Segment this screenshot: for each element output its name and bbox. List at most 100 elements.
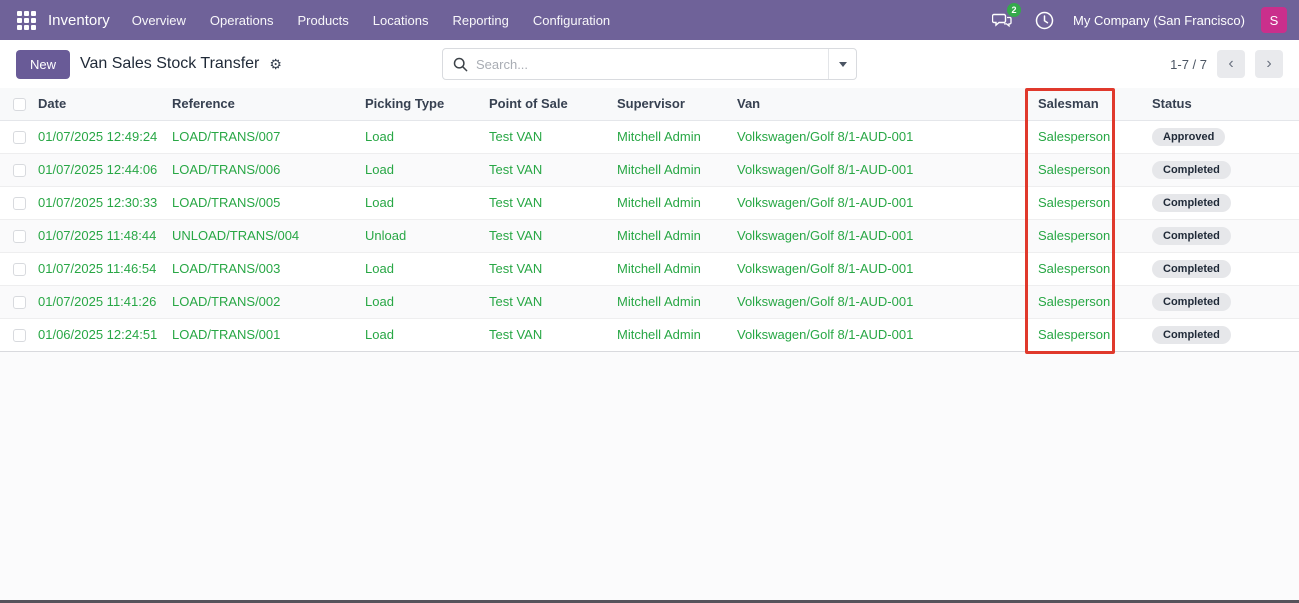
menu-reporting[interactable]: Reporting	[452, 13, 508, 28]
table-header-row: Date Reference Picking Type Point of Sal…	[0, 88, 1299, 120]
row-checkbox[interactable]	[13, 263, 26, 276]
chevron-right-icon: ›	[1266, 56, 1271, 72]
cell-status: Completed	[1152, 219, 1299, 252]
cell-supervisor: Mitchell Admin	[617, 120, 737, 153]
app-menu: Overview Operations Products Locations R…	[132, 13, 610, 28]
user-avatar[interactable]: S	[1261, 7, 1287, 33]
search-options-toggle[interactable]	[828, 49, 856, 79]
table-row[interactable]: 01/07/2025 12:49:24 LOAD/TRANS/007 Load …	[0, 120, 1299, 153]
column-header-status[interactable]: Status	[1152, 88, 1299, 120]
menu-configuration[interactable]: Configuration	[533, 13, 610, 28]
chevron-left-icon: ‹	[1228, 56, 1233, 72]
cell-reference: LOAD/TRANS/006	[172, 153, 365, 186]
table-row[interactable]: 01/07/2025 12:44:06 LOAD/TRANS/006 Load …	[0, 153, 1299, 186]
chevron-down-icon	[839, 62, 847, 67]
table-row[interactable]: 01/07/2025 11:41:26 LOAD/TRANS/002 Load …	[0, 285, 1299, 318]
pager-previous-button[interactable]: ‹	[1217, 50, 1245, 78]
row-checkbox[interactable]	[13, 329, 26, 342]
pager: 1-7 / 7 ‹ ›	[857, 50, 1283, 78]
column-header-van[interactable]: Van	[737, 88, 1038, 120]
select-all-checkbox[interactable]	[13, 98, 26, 111]
row-checkbox[interactable]	[13, 230, 26, 243]
menu-operations[interactable]: Operations	[210, 13, 274, 28]
table-body: 01/07/2025 12:49:24 LOAD/TRANS/007 Load …	[0, 120, 1299, 351]
menu-products[interactable]: Products	[297, 13, 348, 28]
cell-point-of-sale: Test VAN	[489, 153, 617, 186]
cell-status: Completed	[1152, 186, 1299, 219]
table-row[interactable]: 01/07/2025 11:46:54 LOAD/TRANS/003 Load …	[0, 252, 1299, 285]
cell-status: Completed	[1152, 318, 1299, 351]
cell-van: Volkswagen/Golf 8/1-AUD-001	[737, 219, 1038, 252]
cell-reference: LOAD/TRANS/001	[172, 318, 365, 351]
cell-salesman: Salesperson	[1038, 252, 1152, 285]
search-bar	[442, 48, 857, 80]
cell-date: 01/06/2025 12:24:51	[38, 318, 172, 351]
cell-date: 01/07/2025 11:48:44	[38, 219, 172, 252]
cell-salesman: Salesperson	[1038, 318, 1152, 351]
apps-menu-button[interactable]	[12, 6, 40, 34]
pager-counter[interactable]: 1-7 / 7	[1170, 57, 1207, 72]
menu-overview[interactable]: Overview	[132, 13, 186, 28]
new-button[interactable]: New	[16, 50, 70, 79]
status-badge: Completed	[1152, 194, 1231, 212]
column-header-date[interactable]: Date	[38, 88, 172, 120]
column-header-picking-type[interactable]: Picking Type	[365, 88, 489, 120]
table-row[interactable]: 01/07/2025 11:48:44 UNLOAD/TRANS/004 Unl…	[0, 219, 1299, 252]
cell-date: 01/07/2025 11:46:54	[38, 252, 172, 285]
cell-picking-type: Load	[365, 252, 489, 285]
cell-supervisor: Mitchell Admin	[617, 153, 737, 186]
cell-van: Volkswagen/Golf 8/1-AUD-001	[737, 318, 1038, 351]
column-header-supervisor[interactable]: Supervisor	[617, 88, 737, 120]
activities-button[interactable]	[1031, 7, 1057, 33]
cell-reference: LOAD/TRANS/002	[172, 285, 365, 318]
table-row[interactable]: 01/07/2025 12:30:33 LOAD/TRANS/005 Load …	[0, 186, 1299, 219]
cell-point-of-sale: Test VAN	[489, 285, 617, 318]
status-badge: Completed	[1152, 293, 1231, 311]
search-input[interactable]	[476, 57, 828, 72]
cell-picking-type: Load	[365, 153, 489, 186]
cell-status: Completed	[1152, 153, 1299, 186]
column-header-reference[interactable]: Reference	[172, 88, 365, 120]
menu-locations[interactable]: Locations	[373, 13, 429, 28]
pager-next-button[interactable]: ›	[1255, 50, 1283, 78]
messages-button[interactable]: 2	[989, 7, 1015, 33]
cell-point-of-sale: Test VAN	[489, 186, 617, 219]
app-name[interactable]: Inventory	[48, 12, 110, 29]
cell-point-of-sale: Test VAN	[489, 318, 617, 351]
cell-van: Volkswagen/Golf 8/1-AUD-001	[737, 252, 1038, 285]
row-checkbox[interactable]	[13, 131, 26, 144]
row-checkbox[interactable]	[13, 164, 26, 177]
cell-picking-type: Load	[365, 120, 489, 153]
cell-date: 01/07/2025 11:41:26	[38, 285, 172, 318]
cell-date: 01/07/2025 12:30:33	[38, 186, 172, 219]
cell-supervisor: Mitchell Admin	[617, 219, 737, 252]
column-header-point-of-sale[interactable]: Point of Sale	[489, 88, 617, 120]
navbar-systray: 2 My Company (San Francisco) S	[989, 7, 1287, 33]
status-badge: Completed	[1152, 161, 1231, 179]
cell-date: 01/07/2025 12:49:24	[38, 120, 172, 153]
company-switcher[interactable]: My Company (San Francisco)	[1073, 13, 1245, 28]
cell-supervisor: Mitchell Admin	[617, 318, 737, 351]
cell-status: Approved	[1152, 120, 1299, 153]
cell-reference: LOAD/TRANS/003	[172, 252, 365, 285]
table-row[interactable]: 01/06/2025 12:24:51 LOAD/TRANS/001 Load …	[0, 318, 1299, 351]
clock-icon	[1035, 11, 1054, 30]
cell-salesman: Salesperson	[1038, 285, 1152, 318]
cell-picking-type: Load	[365, 318, 489, 351]
control-panel: New Van Sales Stock Transfer ⚙ 1-7 / 7 ‹…	[0, 40, 1299, 88]
cell-picking-type: Load	[365, 186, 489, 219]
column-header-salesman[interactable]: Salesman	[1038, 88, 1152, 120]
page-title: Van Sales Stock Transfer	[80, 55, 259, 73]
messages-badge: 2	[1007, 3, 1021, 17]
action-gear-icon[interactable]: ⚙	[269, 57, 282, 71]
cell-picking-type: Load	[365, 285, 489, 318]
app-window: Inventory Overview Operations Products L…	[0, 0, 1299, 603]
cell-date: 01/07/2025 12:44:06	[38, 153, 172, 186]
cell-reference: UNLOAD/TRANS/004	[172, 219, 365, 252]
status-badge: Completed	[1152, 227, 1231, 245]
apps-grid-icon	[17, 11, 36, 30]
row-checkbox[interactable]	[13, 197, 26, 210]
cell-salesman: Salesperson	[1038, 219, 1152, 252]
status-badge: Completed	[1152, 326, 1231, 344]
row-checkbox[interactable]	[13, 296, 26, 309]
